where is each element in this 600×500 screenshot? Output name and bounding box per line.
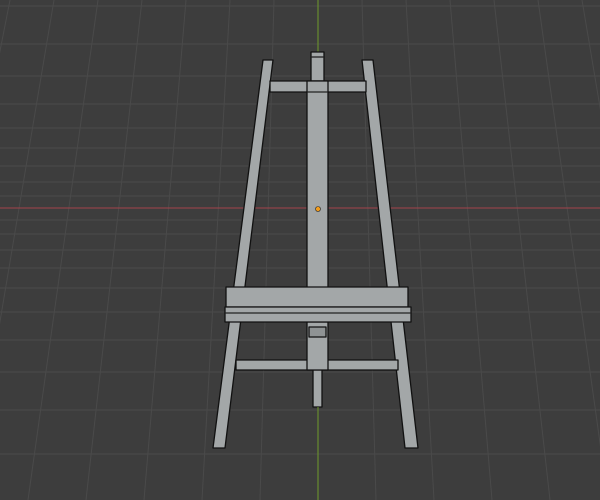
easel-right-leg[interactable]	[361, 59, 419, 449]
object-origin-icon[interactable]	[315, 206, 321, 212]
viewport-canvas[interactable]	[0, 0, 600, 500]
easel-post-bracket	[308, 326, 327, 338]
floor-grid	[0, 0, 600, 500]
easel-central-post[interactable]	[306, 80, 329, 289]
easel-bottom-pole[interactable]	[312, 369, 323, 408]
easel-left-leg[interactable]	[212, 59, 274, 449]
easel-shelf-lip[interactable]	[224, 306, 412, 323]
easel-model[interactable]	[212, 51, 419, 449]
3d-viewport[interactable]	[0, 0, 600, 500]
easel-shelf[interactable]	[225, 286, 409, 308]
